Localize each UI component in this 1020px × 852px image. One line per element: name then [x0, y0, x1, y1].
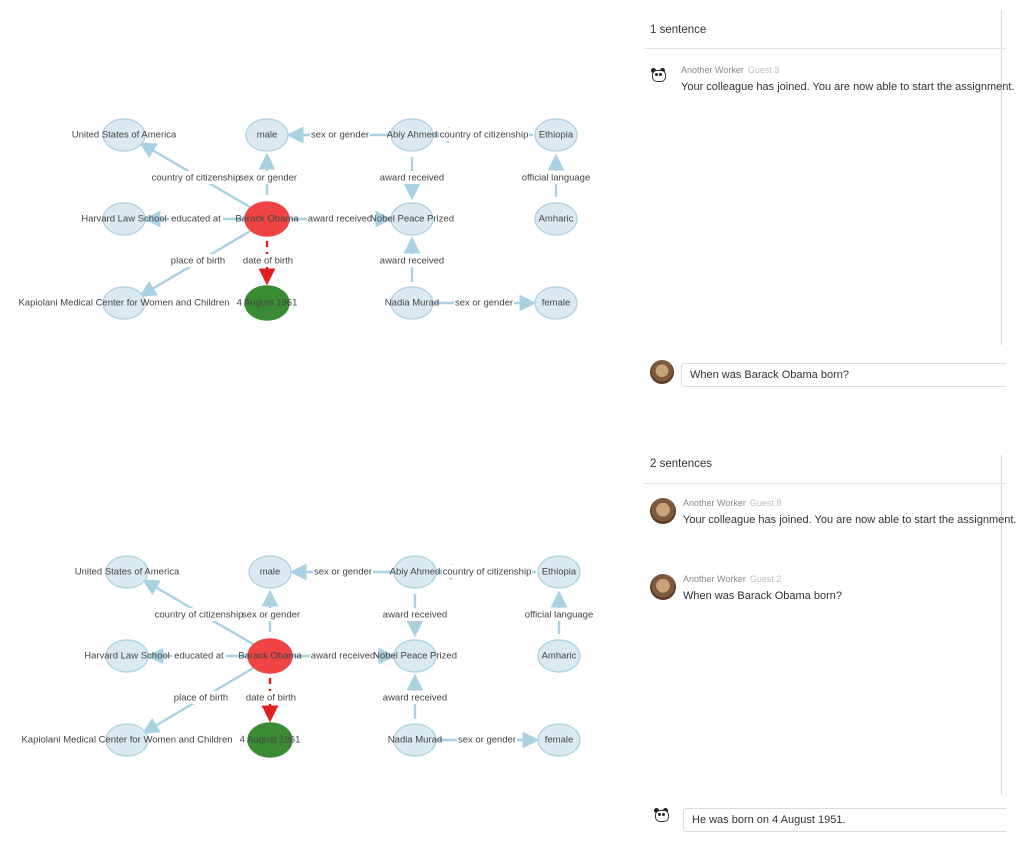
edge-label-coc1: country of citizenship [152, 173, 241, 184]
message-guest: Guest 8 [749, 498, 782, 508]
message-guest: Guest 2 [749, 574, 782, 584]
edge-label-sex2: sex or gender [314, 567, 372, 578]
chat-input-row [650, 360, 1006, 389]
edge-label-coc2: country of citizenship [440, 130, 529, 141]
node-label-amharic: Amharic [539, 214, 574, 225]
edge-label-lang: official language [522, 173, 591, 184]
edge-label-award3: award received [383, 693, 447, 704]
node-label-male: male [260, 567, 281, 578]
node-label-date: 4 August 1961 [240, 735, 301, 746]
edge-label-coc2: country of citizenship [443, 567, 532, 578]
node-label-ethiopia: Ethiopia [542, 567, 577, 578]
sentence-count-header: 1 sentence [650, 24, 707, 36]
node-label-female: female [545, 735, 574, 746]
chat-message: Another Worker Guest 2 When was Barack Ob… [650, 574, 1006, 608]
edge-label-edu: educated at [174, 651, 224, 662]
node-label-ethiopia: Ethiopia [539, 130, 574, 141]
node-label-harvard: Harvard Law School [84, 651, 170, 662]
edge-label-coc1: country of citizenship [155, 610, 244, 621]
edge-label-pob: place of birth [171, 256, 225, 267]
node-label-usa: United States of America [72, 130, 177, 141]
message-author: Another Worker [681, 65, 744, 75]
edge-label-dob: date of birth [243, 256, 293, 267]
edge-label-award2: award received [308, 214, 372, 225]
node-label-kapiolani: Kapiolani Medical Center for Women and C… [18, 298, 229, 309]
edge-label-sex1: sex or gender [239, 173, 297, 184]
edge-label-dob: date of birth [246, 693, 296, 704]
edge-label-sex2: sex or gender [311, 130, 369, 141]
node-label-amharic: Amharic [542, 651, 577, 662]
message-guest: Guest 3 [747, 65, 780, 75]
message-meta: Another Worker Guest 8 [683, 498, 781, 508]
header-divider [644, 483, 1006, 484]
message-text: Your colleague has joined. You are now a… [683, 514, 1017, 526]
message-meta: Another Worker Guest 2 [683, 574, 781, 584]
edge-label-lang: official language [525, 610, 594, 621]
message-text: When was Barack Obama born? [683, 590, 842, 602]
node-label-obama: Barack Obama [238, 651, 302, 662]
message-meta: Another Worker Guest 3 [681, 65, 779, 75]
dog-avatar [650, 498, 676, 524]
node-label-usa: United States of America [75, 567, 180, 578]
chat-scrollbar[interactable] [1001, 10, 1002, 345]
node-label-male: male [257, 130, 278, 141]
chat-input-row [650, 808, 1006, 834]
edge-label-edu: educated at [171, 214, 221, 225]
message-author: Another Worker [683, 574, 746, 584]
node-label-kapiolani: Kapiolani Medical Center for Women and C… [21, 735, 232, 746]
edge-label-sex3: sex or gender [455, 298, 513, 309]
edge-label-award3: award received [380, 256, 444, 267]
panda-icon [653, 807, 669, 823]
panda-icon [650, 67, 666, 83]
node-label-abiy: Abiy Ahmed [387, 130, 438, 141]
chat-message: Another Worker Guest 3 Your colleague has… [650, 65, 1015, 99]
node-label-abiy: Abiy Ahmed [390, 567, 441, 578]
chat-input[interactable] [681, 363, 1006, 387]
header-divider [644, 48, 1006, 49]
knowledge-graph-panel-2: country of citizenship sex or gender sex… [3, 537, 643, 777]
graph-canvas: country of citizenship sex or gender sex… [18, 118, 591, 321]
message-text: Your colleague has joined. You are now a… [681, 81, 1015, 93]
message-author: Another Worker [683, 498, 746, 508]
node-label-obama: Barack Obama [235, 214, 299, 225]
node-label-nadia: Nadia Murad [385, 298, 439, 309]
edge-label-pob: place of birth [174, 693, 228, 704]
edge-label-award2: award received [311, 651, 375, 662]
graph-canvas: country of citizenship sex or gender sex… [21, 555, 594, 758]
chat-panel-1: 1 sentence Another Worker Guest 3 Your co… [640, 0, 1015, 405]
node-label-nadia: Nadia Murad [388, 735, 442, 746]
edge-label-sex1: sex or gender [242, 610, 300, 621]
sentence-count-header: 2 sentences [650, 458, 713, 470]
chat-input[interactable] [683, 808, 1006, 832]
edge-label-sex3: sex or gender [458, 735, 516, 746]
chat-panel-2: 2 sentences Another Worker Guest 8 Your c… [640, 440, 1017, 850]
node-label-nobel: Nobel Peace Prized [370, 214, 454, 225]
node-label-female: female [542, 298, 571, 309]
dog-avatar [650, 574, 676, 600]
node-label-date: 4 August 1961 [237, 298, 298, 309]
edge-label-award1: award received [383, 610, 447, 621]
knowledge-graph-panel-1: country of citizenship sex or gender sex… [0, 100, 640, 340]
node-label-harvard: Harvard Law School [81, 214, 167, 225]
node-label-nobel: Nobel Peace Prized [373, 651, 457, 662]
edge-label-award1: award received [380, 173, 444, 184]
dog-avatar [650, 360, 674, 384]
chat-message: Another Worker Guest 8 Your colleague has… [650, 498, 1017, 532]
